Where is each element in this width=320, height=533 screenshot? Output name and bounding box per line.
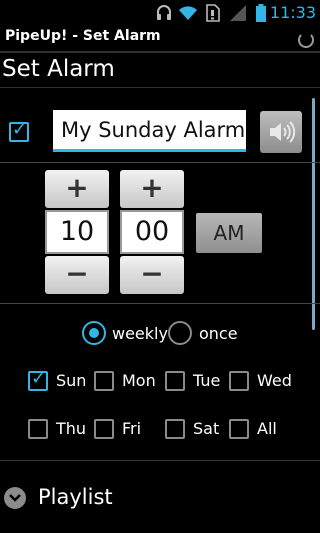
day-all-checkbox[interactable] xyxy=(229,419,249,439)
hour-field[interactable]: 10 xyxy=(45,210,109,254)
alarm-name-input[interactable]: My Sunday Alarm xyxy=(53,110,246,152)
day-wed-checkbox[interactable] xyxy=(229,371,249,391)
frequency-options: weekly once xyxy=(0,312,320,354)
sound-button[interactable] xyxy=(260,111,302,153)
page-header: Set Alarm xyxy=(0,53,320,88)
sd-card-icon xyxy=(206,4,220,22)
page-title: Set Alarm xyxy=(2,56,115,82)
wifi-icon xyxy=(179,6,197,21)
day-mon-label: Mon xyxy=(122,371,156,390)
headset-icon xyxy=(157,5,171,20)
weekly-radio[interactable] xyxy=(82,321,106,345)
chevron-down-icon xyxy=(4,487,26,509)
day-sat-checkbox[interactable] xyxy=(165,419,185,439)
minute-increment-button[interactable]: + xyxy=(120,170,184,208)
day-thu-checkbox[interactable] xyxy=(28,419,48,439)
signal-icon xyxy=(230,5,246,21)
playlist-expander[interactable]: Playlist xyxy=(0,462,320,533)
day-tue-label: Tue xyxy=(193,371,221,390)
battery-icon xyxy=(256,4,266,22)
divider xyxy=(0,460,320,461)
title-bar: PipeUp! - Set Alarm xyxy=(0,25,320,53)
minute-field[interactable]: 00 xyxy=(120,210,184,254)
playlist-label: Playlist xyxy=(38,485,113,509)
status-time: 11:33 xyxy=(269,3,316,22)
day-sun-label: Sun xyxy=(56,371,87,390)
weekly-label: weekly xyxy=(112,324,168,343)
once-label: once xyxy=(199,324,238,343)
minute-spinner: + 00 − xyxy=(120,170,184,294)
day-tue-checkbox[interactable] xyxy=(165,371,185,391)
day-all-label: All xyxy=(257,419,277,438)
once-radio[interactable] xyxy=(168,321,192,345)
hour-increment-button[interactable]: + xyxy=(45,170,109,208)
minute-decrement-button[interactable]: − xyxy=(120,256,184,294)
day-fri-checkbox[interactable] xyxy=(94,419,114,439)
day-wed-label: Wed xyxy=(257,371,292,390)
hour-decrement-button[interactable]: − xyxy=(45,256,109,294)
day-thu-label: Thu xyxy=(56,419,87,438)
hour-spinner: + 10 − xyxy=(45,170,109,294)
time-picker: + 10 − + 00 − AM xyxy=(0,163,320,304)
checkmark-icon: ✓ xyxy=(12,119,28,140)
app-title: PipeUp! - Set Alarm xyxy=(5,28,161,44)
alarm-enabled-checkbox[interactable]: ✓ xyxy=(9,119,29,142)
am-pm-toggle-button[interactable]: AM xyxy=(196,213,262,253)
day-sat-label: Sat xyxy=(193,419,220,438)
checkmark-icon: ✓ xyxy=(31,368,47,389)
alarm-name-row: ✓ My Sunday Alarm xyxy=(0,100,320,163)
loading-spinner-icon xyxy=(298,32,314,48)
day-mon-checkbox[interactable] xyxy=(94,371,114,391)
day-sun-checkbox[interactable]: ✓ xyxy=(28,368,48,391)
speaker-icon xyxy=(270,121,296,143)
day-fri-label: Fri xyxy=(122,419,142,438)
status-bar: 11:33 xyxy=(0,0,320,25)
